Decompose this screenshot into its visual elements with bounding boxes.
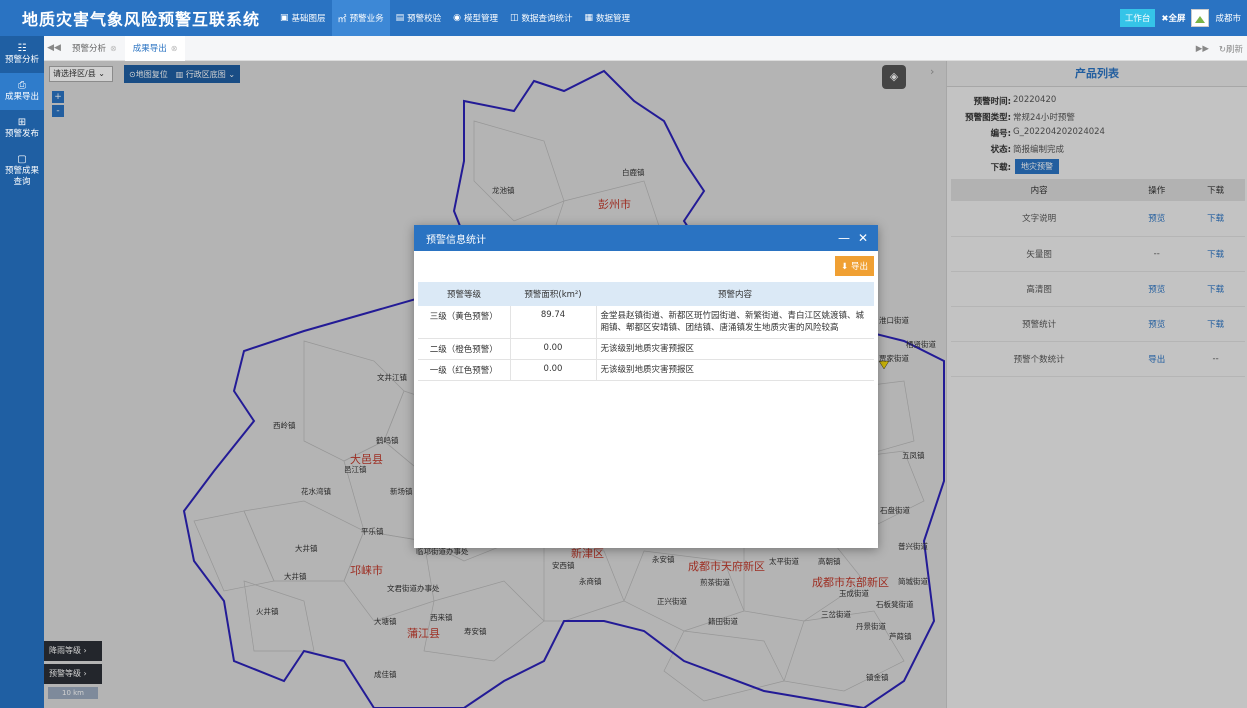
nav-warning-check[interactable]: ▤ 预警校验 [390, 0, 448, 36]
close-icon[interactable]: ✕ [858, 231, 868, 245]
nav-data-query[interactable]: ◫ 数据查询统计 [504, 0, 579, 36]
download-icon: ⬇ [841, 262, 849, 272]
app-title: 地质灾害气象风险预警互联系统 [22, 10, 261, 29]
nav-model-management[interactable]: ◉ 模型管理 [447, 0, 504, 36]
column-header: 预警内容 [596, 282, 874, 306]
list-icon: ☷ [17, 43, 27, 54]
tab-scroll-right-icon[interactable]: ▶▶ [1196, 44, 1209, 54]
model-icon: ◉ [453, 13, 461, 23]
tab-bar: ◀◀ 预警分析 ⊗ 成果导出 ⊗ ▶▶ ↻刷新 [44, 35, 1247, 61]
print-icon: ⎙ [18, 80, 26, 91]
tab-bar-right: ▶▶ ↻刷新 [1196, 36, 1243, 61]
area-cell: 89.74 [510, 306, 597, 339]
chart-icon: ㎡ [337, 14, 347, 25]
close-icon[interactable]: ⊗ [110, 44, 117, 53]
minimize-icon[interactable]: — [838, 231, 850, 245]
table-row: 二级（橙色预警） 0.00 无该级别地质灾害预报区 [418, 338, 874, 360]
level-cell: 二级（橙色预警） [418, 338, 511, 360]
area-cell: 0.00 [510, 338, 597, 360]
sidebar: ☷ 预警分析 ⎙ 成果导出 ⊞ 预警发布 ▢ 预警成果 查询 [0, 36, 44, 708]
column-header: 预警面积(km²) [510, 282, 596, 306]
top-right-tools: 工作台 ✖全屏 成都市 [1119, 0, 1241, 36]
sidebar-item-result-export[interactable]: ⎙ 成果导出 [0, 73, 44, 110]
table-row: 三级（黄色预警） 89.74 金堂县赵镇街道、新都区斑竹园街道、新繁街道、青白江… [418, 306, 874, 339]
area-cell: 0.00 [510, 359, 597, 381]
warning-stats-dialog: 预警信息统计 — ✕ ⬇ 导出 预警等级 预警面积(km²) 预警内容 三级（黄… [414, 225, 878, 548]
close-icon[interactable]: ⊗ [171, 44, 178, 53]
content-cell: 无该级别地质灾害预报区 [596, 338, 874, 360]
sidebar-item-warning-publish[interactable]: ⊞ 预警发布 [0, 110, 44, 147]
content-cell: 金堂县赵镇街道、新都区斑竹园街道、新繁街道、青白江区姚渡镇、城厢镇、郫都区安靖镇… [596, 306, 874, 339]
fullscreen-button[interactable]: ✖全屏 [1161, 12, 1185, 24]
refresh-button[interactable]: ↻刷新 [1219, 43, 1243, 55]
city-name[interactable]: 成都市 [1215, 12, 1241, 24]
workbench-button[interactable]: 工作台 [1119, 9, 1156, 27]
tab-warning-analysis[interactable]: 预警分析 ⊗ [64, 36, 125, 61]
content-cell: 无该级别地质灾害预报区 [596, 359, 874, 381]
top-nav: ▣ 基础图层 ㎡预警业务 ▤ 预警校验 ◉ 模型管理 ◫ 数据查询统计 ▦ 数据管理 [274, 0, 636, 36]
nav-warning-business[interactable]: ㎡预警业务 [331, 0, 390, 36]
export-button[interactable]: ⬇ 导出 [835, 256, 874, 276]
top-bar: 地质灾害气象风险预警互联系统 ▣ 基础图层 ㎡预警业务 ▤ 预警校验 ◉ 模型管理 ◫… [0, 0, 1247, 36]
query-icon: ◫ [509, 13, 519, 23]
dialog-header: 预警信息统计 [414, 225, 878, 251]
sidebar-item-warning-analysis[interactable]: ☷ 预警分析 [0, 36, 44, 73]
avatar[interactable] [1191, 9, 1210, 27]
warning-stats-table: 预警等级 预警面积(km²) 预警内容 三级（黄色预警） 89.74 金堂县赵镇… [418, 282, 874, 381]
tab-result-export[interactable]: 成果导出 ⊗ [124, 35, 186, 61]
refresh-icon: ↻ [1218, 44, 1226, 55]
document-icon: ▤ [395, 13, 405, 23]
nav-data-management[interactable]: ▦ 数据管理 [579, 0, 637, 36]
database-icon: ▦ [584, 13, 594, 23]
layers-icon: ▣ [280, 13, 289, 23]
publish-icon: ⊞ [17, 117, 27, 128]
book-icon: ▢ [17, 154, 27, 165]
nav-basic-layers[interactable]: ▣ 基础图层 [274, 0, 332, 36]
sidebar-item-result-query[interactable]: ▢ 预警成果 查询 [0, 147, 44, 195]
level-cell: 一级（红色预警） [418, 359, 511, 381]
table-row: 一级（红色预警） 0.00 无该级别地质灾害预报区 [418, 359, 874, 381]
level-cell: 三级（黄色预警） [418, 306, 511, 339]
dialog-title: 预警信息统计 [426, 234, 486, 246]
column-header: 预警等级 [418, 282, 510, 306]
tab-scroll-left-icon[interactable]: ◀◀ [44, 43, 64, 53]
dialog-controls: — ✕ [838, 231, 868, 245]
